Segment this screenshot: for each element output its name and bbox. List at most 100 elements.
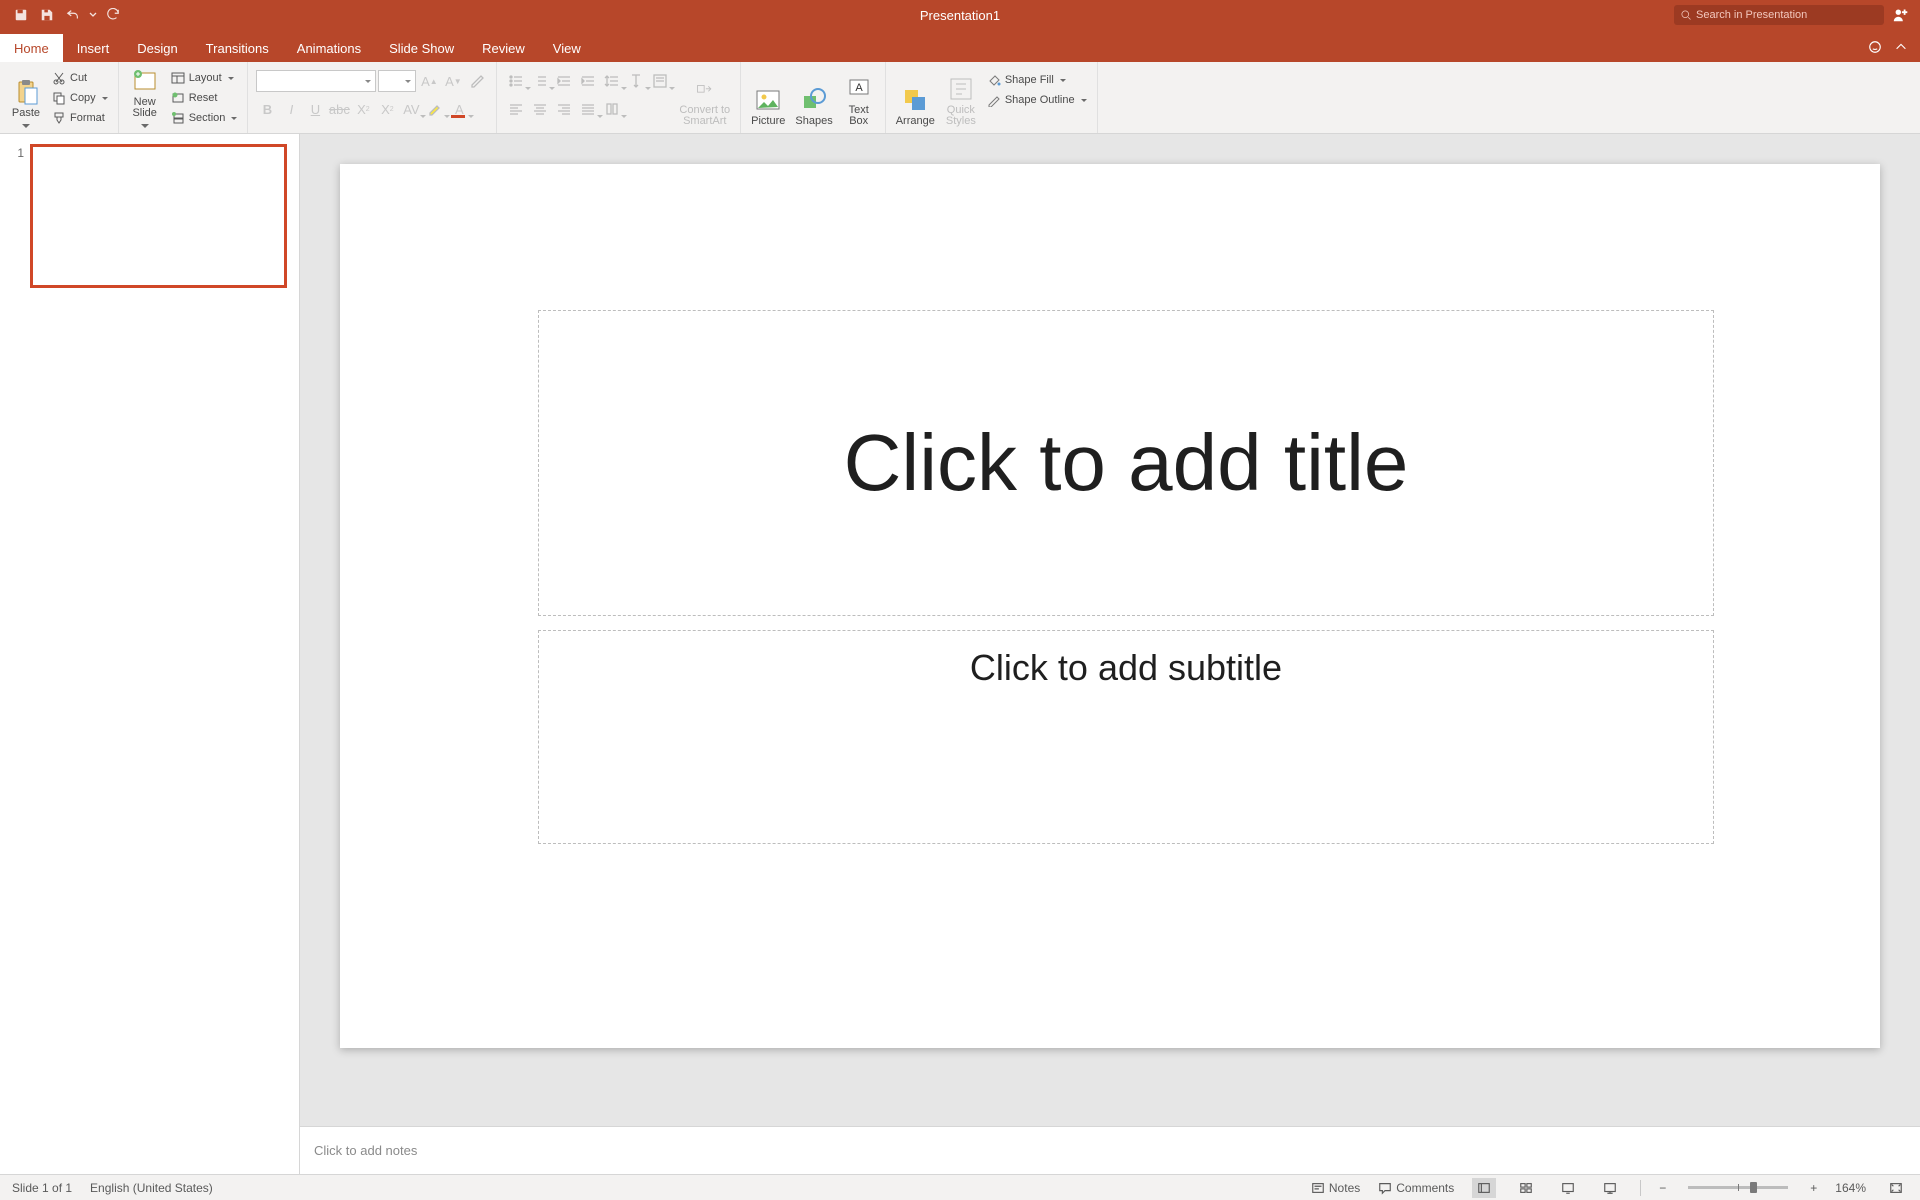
subtitle-placeholder[interactable]: Click to add subtitle	[538, 630, 1714, 844]
language-status[interactable]: English (United States)	[90, 1181, 213, 1195]
clipboard-stack: Cut Copy Format	[48, 66, 112, 130]
picture-icon	[754, 86, 782, 114]
group-paragraph: Convert to SmartArt	[497, 62, 741, 133]
line-spacing-button[interactable]	[601, 70, 623, 92]
italic-button[interactable]: I	[280, 98, 302, 120]
bold-button[interactable]: B	[256, 98, 278, 120]
group-font: A▲ A▼ B I U abc X2 X2 AV A	[248, 62, 497, 133]
thumbnail-slide-1[interactable]	[30, 144, 287, 288]
share-button[interactable]	[1892, 5, 1910, 26]
indent-dec-button[interactable]	[553, 70, 575, 92]
zoom-slider[interactable]	[1688, 1186, 1788, 1189]
slide-canvas-area: Click to add title Click to add subtitle…	[300, 134, 1920, 1174]
grow-font-button[interactable]: A▲	[418, 70, 440, 92]
shape-outline-button[interactable]: Shape Outline	[983, 91, 1091, 109]
text-direction-button[interactable]	[625, 70, 647, 92]
zoom-out-button[interactable]: −	[1659, 1181, 1666, 1195]
zoom-in-button[interactable]: +	[1810, 1181, 1817, 1195]
group-clipboard: Paste Cut Copy Format	[0, 62, 119, 133]
align-left-button[interactable]	[505, 98, 527, 120]
undo-button[interactable]	[62, 4, 84, 26]
tab-slideshow[interactable]: Slide Show	[375, 34, 468, 62]
notes-button[interactable]: Notes	[1311, 1181, 1360, 1195]
underline-button[interactable]: U	[304, 98, 326, 120]
undo-dropdown[interactable]	[88, 4, 98, 26]
fit-window-button[interactable]	[1884, 1178, 1908, 1198]
indent-inc-button[interactable]	[577, 70, 599, 92]
subscript-button[interactable]: X2	[376, 98, 398, 120]
arrange-button[interactable]: Arrange	[892, 66, 939, 130]
font-size-combo[interactable]	[378, 70, 416, 92]
autosave-icon[interactable]	[10, 4, 32, 26]
comments-icon	[1378, 1181, 1392, 1195]
copy-button[interactable]: Copy	[48, 89, 112, 107]
thumbnail-item[interactable]: 1	[12, 144, 287, 288]
comments-button[interactable]: Comments	[1378, 1181, 1454, 1195]
shrink-font-button[interactable]: A▼	[442, 70, 464, 92]
columns-button[interactable]	[601, 98, 623, 120]
save-button[interactable]	[36, 4, 58, 26]
redo-button[interactable]	[102, 4, 124, 26]
tab-home[interactable]: Home	[0, 34, 63, 62]
paste-button[interactable]: Paste	[6, 66, 46, 130]
strike-button[interactable]: abc	[328, 98, 350, 120]
align-right-button[interactable]	[553, 98, 575, 120]
reading-view-button[interactable]	[1556, 1178, 1580, 1198]
slide-counter[interactable]: Slide 1 of 1	[12, 1181, 72, 1195]
slideshow-view-button[interactable]	[1598, 1178, 1622, 1198]
picture-button[interactable]: Picture	[747, 66, 789, 130]
shape-fill-button[interactable]: Shape Fill	[983, 71, 1091, 89]
tab-transitions[interactable]: Transitions	[192, 34, 283, 62]
title-placeholder[interactable]: Click to add title	[538, 310, 1714, 616]
zoom-value[interactable]: 164%	[1835, 1181, 1866, 1195]
font-family-combo[interactable]	[256, 70, 376, 92]
char-spacing-button[interactable]: AV	[400, 98, 422, 120]
feedback-icon[interactable]	[1864, 36, 1886, 58]
tab-design[interactable]: Design	[123, 34, 191, 62]
search-box[interactable]: Search in Presentation	[1674, 5, 1884, 25]
clear-format-button[interactable]	[466, 70, 488, 92]
font-color-button[interactable]: A	[448, 98, 470, 120]
workarea: 1 Click to add title Click to add subtit…	[0, 134, 1920, 1174]
tab-review[interactable]: Review	[468, 34, 539, 62]
slide-thumbnails-pane[interactable]: 1	[0, 134, 300, 1174]
textbox-button[interactable]: A Text Box	[839, 66, 879, 130]
section-icon	[171, 111, 185, 125]
justify-button[interactable]	[577, 98, 599, 120]
title-bar: Presentation1 Search in Presentation	[0, 0, 1920, 30]
tab-view[interactable]: View	[539, 34, 595, 62]
slide-scroll[interactable]: Click to add title Click to add subtitle	[300, 134, 1920, 1126]
sorter-view-button[interactable]	[1514, 1178, 1538, 1198]
layout-icon	[171, 71, 185, 85]
scissors-icon	[52, 71, 66, 85]
tab-insert[interactable]: Insert	[63, 34, 124, 62]
notes-pane[interactable]: Click to add notes	[300, 1126, 1920, 1174]
paint-bucket-icon	[987, 73, 1001, 87]
tab-animations[interactable]: Animations	[283, 34, 375, 62]
align-text-button[interactable]	[649, 70, 671, 92]
quick-styles-button[interactable]: Quick Styles	[941, 66, 981, 130]
format-painter-button[interactable]: Format	[48, 109, 112, 127]
shapes-button[interactable]: Shapes	[791, 66, 836, 130]
quick-access-toolbar	[0, 4, 124, 26]
section-button[interactable]: Section	[167, 109, 242, 127]
superscript-button[interactable]: X2	[352, 98, 374, 120]
reset-button[interactable]: Reset	[167, 89, 242, 107]
copy-icon	[52, 91, 66, 105]
layout-button[interactable]: Layout	[167, 69, 242, 87]
cut-button[interactable]: Cut	[48, 69, 112, 87]
align-center-button[interactable]	[529, 98, 551, 120]
quick-styles-icon	[947, 75, 975, 103]
numbering-button[interactable]	[529, 70, 551, 92]
normal-view-button[interactable]	[1472, 1178, 1496, 1198]
new-slide-button[interactable]: New Slide	[125, 66, 165, 130]
arrange-icon	[901, 86, 929, 114]
convert-smartart-button[interactable]: Convert to SmartArt	[675, 66, 734, 130]
slide[interactable]: Click to add title Click to add subtitle	[340, 164, 1880, 1048]
highlight-button[interactable]	[424, 98, 446, 120]
thumbnail-number: 1	[12, 144, 24, 288]
shapes-icon	[800, 86, 828, 114]
collapse-ribbon-button[interactable]	[1890, 36, 1912, 58]
bullets-button[interactable]	[505, 70, 527, 92]
notes-icon	[1311, 1181, 1325, 1195]
